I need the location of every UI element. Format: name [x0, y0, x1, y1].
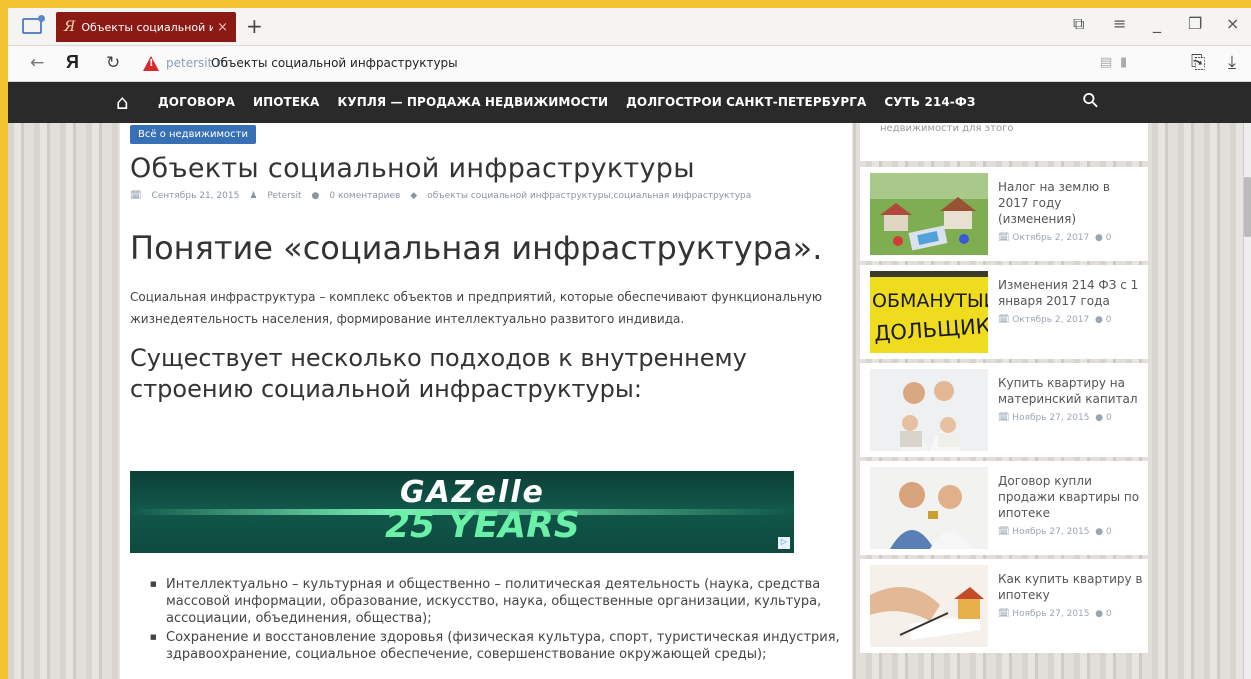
home-icon[interactable]: ⌂ — [116, 90, 129, 114]
adchoices-icon[interactable]: ▷ — [778, 537, 790, 549]
security-warning-icon[interactable]: ! — [143, 56, 159, 71]
post-title[interactable]: Купить квартиру на материнский капитал — [998, 375, 1143, 407]
download-icon[interactable]: ⤓ — [1228, 52, 1236, 73]
sidebar-post[interactable]: Налог на землю в 2017 году (изменения) 🗓… — [860, 167, 1148, 261]
search-icon[interactable]: ⚲ — [1077, 86, 1104, 113]
post-title[interactable]: Налог на землю в 2017 году (изменения) — [998, 179, 1143, 227]
menu-icon[interactable]: ≡ — [1113, 14, 1126, 33]
tab-close-icon[interactable]: × — [217, 20, 228, 35]
post-comments: 0 — [1105, 609, 1112, 619]
article-paragraph: Социальная инфраструктура – комплекс объ… — [130, 290, 822, 326]
comment-icon: ● — [1095, 233, 1103, 243]
minimize-icon[interactable]: _ — [1153, 14, 1161, 33]
category-badge[interactable]: Всё о недвижимости — [130, 125, 256, 144]
new-tab-button[interactable]: + — [246, 14, 263, 38]
thumbnail-text: ОБМАНУТЫЙ — [872, 289, 988, 312]
calendar-icon: 🗓 — [998, 413, 1013, 423]
reload-icon[interactable]: ↻ — [106, 53, 120, 73]
site-favicon-icon: Я — [64, 19, 76, 35]
sidebar-post[interactable]: Договор купли продажи квартиры по ипотек… — [860, 461, 1148, 555]
comment-icon: ● — [311, 191, 320, 201]
nav-item-long-construction[interactable]: ДОЛГОСТРОИ САНКТ-ПЕТЕРБУРГА — [626, 95, 866, 109]
post-comments: 0 — [1105, 233, 1112, 243]
scrollbar-thumb[interactable] — [1244, 177, 1251, 237]
post-date: Октябрь 2, 2017 — [1012, 233, 1090, 243]
post-title[interactable]: Изменения 214 ФЗ с 1 января 2017 года — [998, 277, 1143, 309]
comment-icon: ● — [1095, 315, 1103, 325]
author-icon: ♟ — [249, 191, 258, 201]
close-window-icon[interactable]: × — [1226, 14, 1239, 33]
calendar-icon: 🗓 — [998, 233, 1013, 243]
post-date: Ноябрь 27, 2015 — [1012, 527, 1090, 537]
post-comments: 0 — [1105, 527, 1112, 537]
list-item: Интеллектуально – культурная и обществен… — [150, 576, 840, 627]
address-bar: ← Я ↻ ! petersit.ru Объекты социальной и… — [8, 46, 1251, 82]
tab-active[interactable]: Я Объекты социальной и × — [56, 12, 236, 42]
sidebar: недвижимости для этого Налог на землю в … — [860, 123, 1148, 679]
calendar-icon: 🗓 — [130, 191, 142, 201]
calendar-icon: 🗓 — [998, 609, 1013, 619]
post-thumbnail[interactable]: ОБМАНУТЫЙ ДОЛЬЩИК — [870, 271, 988, 353]
page-scrollbar[interactable] — [1244, 123, 1251, 679]
article-date[interactable]: Сентябрь 21, 2015 — [151, 191, 239, 201]
comment-icon: ● — [1095, 413, 1104, 423]
article-title: Объекты социальной инфраструктуры — [130, 153, 695, 184]
list-item: Сохранение и восстановление здоровья (фи… — [150, 629, 840, 663]
calendar-icon: 🗓 — [998, 315, 1013, 325]
post-thumbnail[interactable] — [870, 467, 988, 549]
tab-title: Объекты социальной и — [81, 20, 214, 34]
calendar-icon: 🗓 — [998, 527, 1013, 537]
post-comments: 0 — [1105, 315, 1112, 325]
ad-slogan: 25 YEARS — [385, 505, 580, 546]
post-title[interactable]: Как купить квартиру в ипотеку — [998, 571, 1143, 603]
ad-banner[interactable]: GAZelle 25 YEARS ▷ — [130, 471, 794, 553]
article-bullet-list: Интеллектуально – культурная и обществен… — [150, 576, 840, 665]
post-date: Ноябрь 27, 2015 — [1012, 413, 1090, 423]
post-comments: 0 — [1105, 413, 1112, 423]
site-nav: ⌂ ДОГОВОРА ИПОТЕКА КУПЛЯ — ПРОДАЖА НЕДВИ… — [8, 82, 1251, 123]
sidebar-post[interactable]: Купить квартиру на материнский капитал 🗓… — [860, 363, 1148, 457]
nav-item-buy-sell[interactable]: КУПЛЯ — ПРОДАЖА НЕДВИЖИМОСТИ — [337, 95, 608, 109]
post-thumbnail[interactable] — [870, 369, 988, 451]
site-nav-items: ДОГОВОРА ИПОТЕКА КУПЛЯ — ПРОДАЖА НЕДВИЖИ… — [158, 95, 994, 109]
section-heading-2: Существует несколько подходов к внутренн… — [130, 344, 747, 403]
sidebar-top-fragment: недвижимости для этого — [860, 123, 1148, 161]
bookmark-icon[interactable]: ▮ — [1120, 55, 1127, 70]
post-thumbnail[interactable] — [870, 173, 988, 255]
post-date: Октябрь 2, 2017 — [1012, 315, 1090, 325]
nav-item-mortgage[interactable]: ИПОТЕКА — [253, 95, 319, 109]
article-content: Всё о недвижимости Объекты социальной ин… — [120, 123, 852, 679]
sidebar-post[interactable]: Как купить квартиру в ипотеку 🗓 Ноябрь 2… — [860, 559, 1148, 653]
tabs-overview-icon[interactable] — [22, 15, 45, 34]
tab-strip: Я Объекты социальной и × + ⧉ ≡ _ ❐ × — [8, 8, 1251, 46]
comment-icon: ● — [1095, 609, 1104, 619]
browser-window: Я Объекты социальной и × + ⧉ ≡ _ ❐ × ← Я… — [8, 8, 1251, 679]
translate-icon[interactable]: ⎘ — [1191, 52, 1205, 73]
restore-icon[interactable]: ❐ — [1188, 14, 1202, 33]
article-tags[interactable]: объекты социальной инфраструктуры,социал… — [427, 191, 751, 201]
post-thumbnail[interactable] — [870, 565, 988, 647]
url-page-title[interactable]: Объекты социальной инфраструктуры — [211, 56, 458, 70]
tag-icon: ◆ — [410, 191, 418, 201]
tab-manager-icon[interactable]: ⧉ — [1073, 14, 1084, 34]
post-date: Ноябрь 27, 2015 — [1012, 609, 1090, 619]
yandex-logo[interactable]: Я — [66, 52, 79, 73]
comment-icon: ● — [1095, 527, 1104, 537]
post-title[interactable]: Договор купли продажи квартиры по ипотек… — [998, 473, 1143, 521]
article-author[interactable]: Petersit — [267, 191, 301, 201]
reader-mode-icon[interactable]: ▤ — [1100, 55, 1112, 70]
nav-item-214fz[interactable]: СУТЬ 214-ФЗ — [884, 95, 975, 109]
article-meta: 🗓 Сентябрь 21, 2015 ♟ Petersit ● 0 комен… — [130, 191, 751, 201]
sidebar-post[interactable]: ОБМАНУТЫЙ ДОЛЬЩИК Изменения 214 ФЗ с 1 я… — [860, 265, 1148, 359]
back-icon[interactable]: ← — [30, 53, 44, 73]
section-heading-1: Понятие «социальная инфраструктура». — [130, 229, 823, 267]
article-comments[interactable]: 0 коментариев — [329, 191, 400, 201]
nav-item-contracts[interactable]: ДОГОВОРА — [158, 95, 235, 109]
